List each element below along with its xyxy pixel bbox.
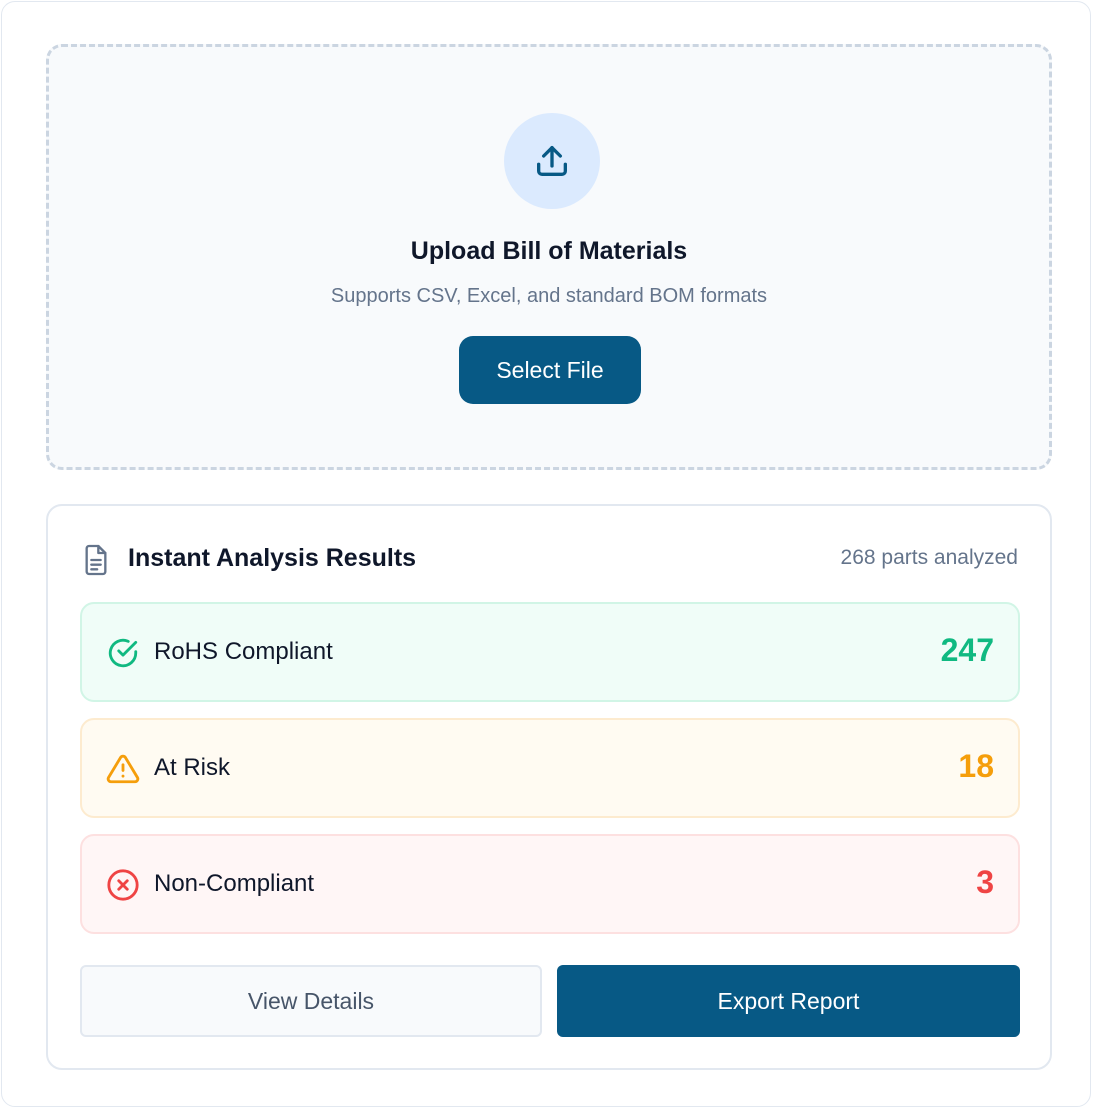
result-row-rohs-compliant: RoHS Compliant 247 <box>80 602 1020 702</box>
upload-title: Upload Bill of Materials <box>410 237 688 265</box>
result-row-at-risk: At Risk 18 <box>80 718 1020 818</box>
warning-triangle-icon <box>106 754 140 784</box>
upload-icon <box>537 146 567 176</box>
result-label: RoHS Compliant <box>154 638 333 665</box>
result-value: 18 <box>958 748 994 784</box>
x-circle-icon <box>107 869 139 901</box>
check-circle-icon <box>108 638 138 668</box>
document-icon <box>85 544 107 576</box>
result-row-non-compliant: Non-Compliant 3 <box>80 834 1020 934</box>
upload-subtitle: Supports CSV, Excel, and standard BOM fo… <box>330 285 768 307</box>
results-title: Instant Analysis Results <box>128 544 417 572</box>
view-details-button[interactable]: View Details <box>80 965 542 1037</box>
analysis-results-panel: Instant Analysis Results 268 parts analy… <box>46 504 1052 1070</box>
upload-dropzone[interactable]: Upload Bill of Materials Supports CSV, E… <box>46 44 1052 470</box>
parts-analyzed-count: 268 parts analyzed <box>840 546 1018 569</box>
bom-analysis-card: Upload Bill of Materials Supports CSV, E… <box>1 1 1091 1107</box>
result-value: 247 <box>940 632 994 668</box>
result-value: 3 <box>976 864 994 900</box>
export-report-button[interactable]: Export Report <box>557 965 1020 1037</box>
result-label: Non-Compliant <box>154 870 315 897</box>
result-label: At Risk <box>154 754 231 781</box>
upload-icon-circle <box>504 113 600 209</box>
select-file-button[interactable]: Select File <box>459 336 641 404</box>
